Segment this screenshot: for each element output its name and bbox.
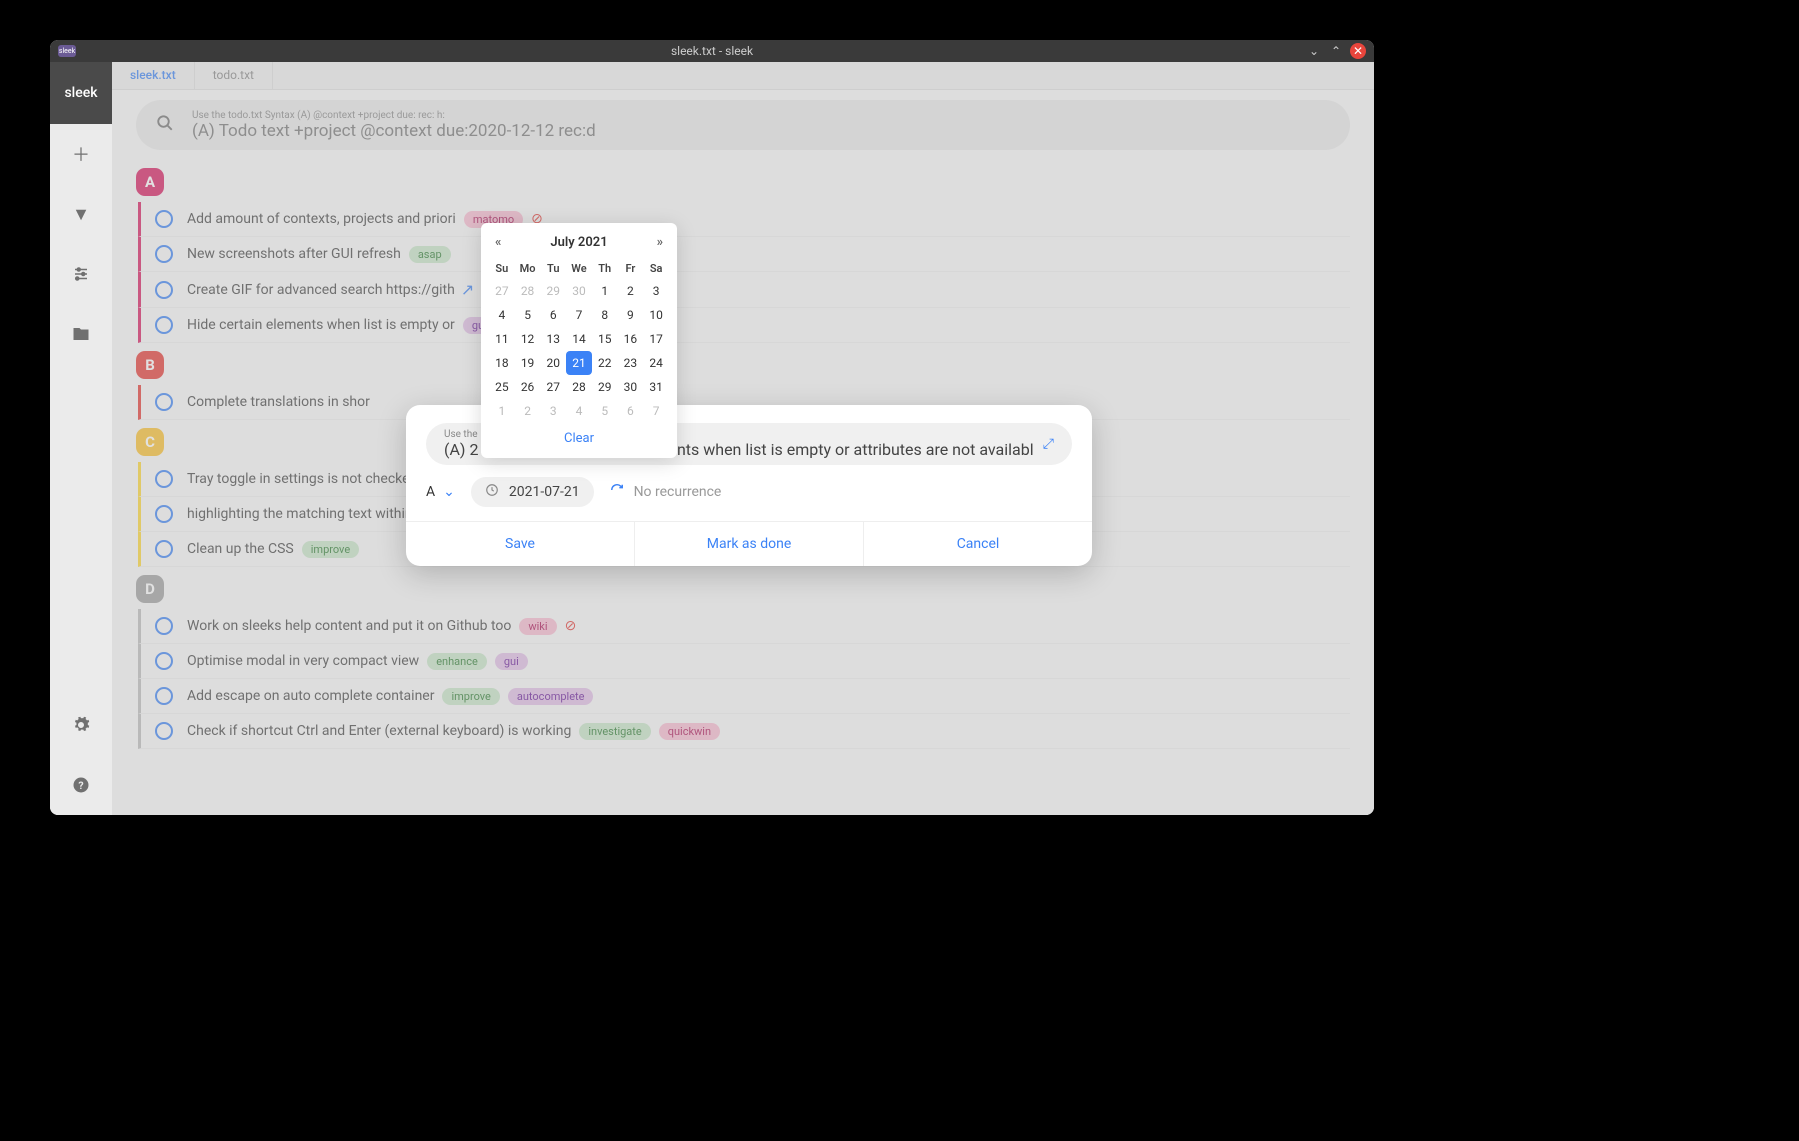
calendar-day[interactable]: 21 [566, 351, 592, 375]
calendar-day[interactable]: 13 [540, 327, 566, 351]
clock-icon [485, 483, 499, 501]
calendar-day[interactable]: 5 [515, 303, 541, 327]
datepicker-month: July 2021 [550, 235, 607, 250]
calendar-day[interactable]: 6 [540, 303, 566, 327]
weekday-label: Fr [618, 258, 644, 279]
weekday-label: Sa [643, 258, 669, 279]
calendar-day[interactable]: 29 [592, 375, 618, 399]
calendar-day[interactable]: 6 [618, 399, 644, 423]
refresh-icon [610, 483, 624, 501]
add-icon[interactable]: ＋ [50, 124, 112, 184]
minimize-button[interactable]: ⌄ [1306, 43, 1322, 59]
main-content: sleek.txttodo.txt Use the todo.txt Synta… [112, 62, 1374, 815]
titlebar: sleek sleek.txt - sleek ⌄ ⌃ ✕ [50, 40, 1374, 62]
app-icon: sleek [58, 45, 76, 57]
expand-icon[interactable]: ⤢ [1043, 436, 1054, 452]
calendar-day[interactable]: 11 [489, 327, 515, 351]
sidebar: sleek ＋ ▼ ? [50, 62, 112, 815]
save-button[interactable]: Save [406, 522, 635, 566]
calendar-day[interactable]: 17 [643, 327, 669, 351]
calendar-day[interactable]: 3 [540, 399, 566, 423]
calendar-day[interactable]: 25 [489, 375, 515, 399]
calendar-day[interactable]: 7 [566, 303, 592, 327]
close-button[interactable]: ✕ [1350, 43, 1366, 59]
calendar-day[interactable]: 1 [489, 399, 515, 423]
calendar-day[interactable]: 5 [592, 399, 618, 423]
calendar-day[interactable]: 28 [566, 375, 592, 399]
chevron-down-icon: ⌄ [443, 484, 455, 500]
calendar-day[interactable]: 7 [643, 399, 669, 423]
calendar-day[interactable]: 16 [618, 327, 644, 351]
calendar-day[interactable]: 10 [643, 303, 669, 327]
calendar-day[interactable]: 4 [566, 399, 592, 423]
recurrence-field[interactable]: No recurrence [610, 483, 722, 501]
clear-date-button[interactable]: Clear [489, 423, 669, 448]
priority-select[interactable]: A ⌄ [426, 484, 455, 500]
folder-icon[interactable] [50, 304, 112, 364]
calendar-day[interactable]: 12 [515, 327, 541, 351]
weekday-label: Su [489, 258, 515, 279]
weekday-label: Tu [540, 258, 566, 279]
calendar-day[interactable]: 19 [515, 351, 541, 375]
weekday-label: Th [592, 258, 618, 279]
calendar-day[interactable]: 30 [618, 375, 644, 399]
calendar-day[interactable]: 31 [643, 375, 669, 399]
settings-icon[interactable] [50, 695, 112, 755]
calendar-day[interactable]: 28 [515, 279, 541, 303]
calendar-day[interactable]: 1 [592, 279, 618, 303]
weekday-label: We [566, 258, 592, 279]
prev-month-button[interactable]: « [495, 235, 501, 250]
calendar-day[interactable]: 18 [489, 351, 515, 375]
calendar-day[interactable]: 9 [618, 303, 644, 327]
calendar-day[interactable]: 26 [515, 375, 541, 399]
weekday-label: Mo [515, 258, 541, 279]
calendar-day[interactable]: 27 [540, 375, 566, 399]
calendar-day[interactable]: 4 [489, 303, 515, 327]
calendar-day[interactable]: 2 [618, 279, 644, 303]
svg-text:?: ? [78, 779, 83, 792]
calendar-day[interactable]: 23 [618, 351, 644, 375]
filter-icon[interactable]: ▼ [50, 184, 112, 244]
sliders-icon[interactable] [50, 244, 112, 304]
calendar-day[interactable]: 2 [515, 399, 541, 423]
calendar-day[interactable]: 14 [566, 327, 592, 351]
calendar-day[interactable]: 30 [566, 279, 592, 303]
date-field[interactable]: 2021-07-21 [471, 477, 594, 507]
logo: sleek [50, 62, 112, 124]
calendar-day[interactable]: 15 [592, 327, 618, 351]
window-title: sleek.txt - sleek [671, 44, 753, 58]
app-window: sleek sleek.txt - sleek ⌄ ⌃ ✕ sleek ＋ ▼ … [50, 40, 1374, 815]
datepicker: « July 2021 » SuMoTuWeThFrSa272829301234… [481, 223, 677, 458]
maximize-button[interactable]: ⌃ [1328, 43, 1344, 59]
calendar-day[interactable]: 22 [592, 351, 618, 375]
calendar-day[interactable]: 24 [643, 351, 669, 375]
calendar-day[interactable]: 29 [540, 279, 566, 303]
next-month-button[interactable]: » [657, 235, 663, 250]
cancel-button[interactable]: Cancel [864, 522, 1092, 566]
help-icon[interactable]: ? [50, 755, 112, 815]
calendar-day[interactable]: 3 [643, 279, 669, 303]
calendar-day[interactable]: 27 [489, 279, 515, 303]
calendar-day[interactable]: 8 [592, 303, 618, 327]
calendar-day[interactable]: 20 [540, 351, 566, 375]
mark-done-button[interactable]: Mark as done [635, 522, 864, 566]
